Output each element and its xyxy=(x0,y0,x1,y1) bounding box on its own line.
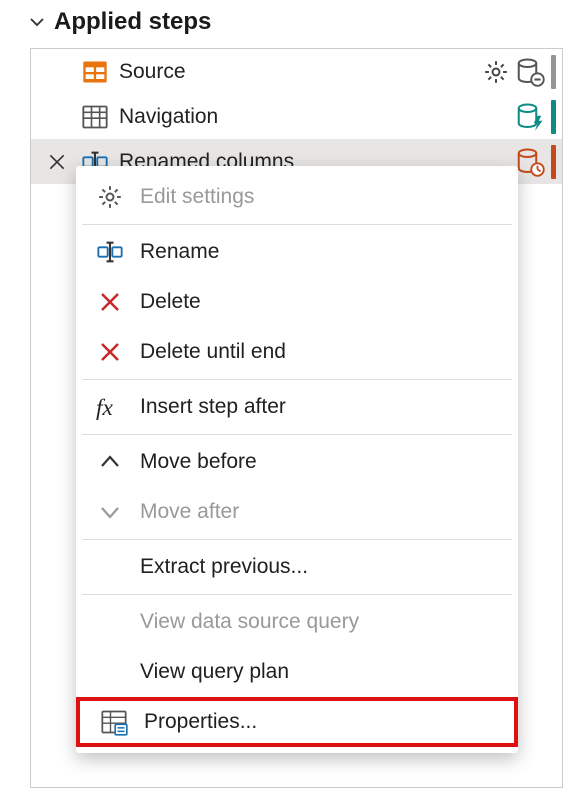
menu-label: Delete xyxy=(140,290,201,314)
menu-move-before[interactable]: Move before xyxy=(76,437,518,487)
menu-label: Insert step after xyxy=(140,395,286,419)
menu-view-query-plan[interactable]: View query plan xyxy=(76,647,518,697)
menu-label: Extract previous... xyxy=(140,555,308,579)
chevron-down-icon xyxy=(92,500,128,524)
menu-label: Properties... xyxy=(144,710,257,734)
db-clock-icon xyxy=(515,147,545,177)
menu-label: Move before xyxy=(140,450,257,474)
menu-move-after: Move after xyxy=(76,487,518,537)
menu-separator xyxy=(82,379,512,380)
menu-rename[interactable]: Rename xyxy=(76,227,518,277)
step-row-navigation[interactable]: Navigation xyxy=(31,94,562,139)
menu-properties[interactable]: Properties... xyxy=(76,697,518,747)
gear-icon xyxy=(92,184,128,210)
menu-separator xyxy=(82,224,512,225)
db-lightning-icon xyxy=(515,102,545,132)
step-row-source[interactable]: Source xyxy=(31,49,562,94)
properties-icon xyxy=(96,708,132,736)
menu-extract-previous[interactable]: Extract previous... xyxy=(76,542,518,592)
menu-label: Move after xyxy=(140,500,239,524)
svg-text:fx: fx xyxy=(96,395,113,421)
delete-x-icon xyxy=(92,340,128,364)
menu-label: View query plan xyxy=(140,660,289,684)
gear-icon[interactable] xyxy=(483,59,509,85)
menu-edit-settings: Edit settings xyxy=(76,172,518,222)
step-label: Source xyxy=(119,60,186,84)
table-icon xyxy=(81,103,109,131)
menu-label: Edit settings xyxy=(140,185,254,209)
steps-panel: Source Navigation xyxy=(30,48,563,788)
table-icon xyxy=(81,58,109,86)
section-title: Applied steps xyxy=(54,8,211,36)
close-icon[interactable] xyxy=(43,152,71,172)
menu-separator xyxy=(82,434,512,435)
fx-icon: fx xyxy=(92,393,128,421)
context-menu: Edit settings Rename Delete Delete until… xyxy=(76,166,518,753)
menu-separator xyxy=(82,594,512,595)
status-bar xyxy=(551,145,556,179)
delete-x-icon xyxy=(92,290,128,314)
menu-insert-step-after[interactable]: fx Insert step after xyxy=(76,382,518,432)
menu-delete-until-end[interactable]: Delete until end xyxy=(76,327,518,377)
rename-icon xyxy=(92,238,128,266)
menu-label: Rename xyxy=(140,240,219,264)
status-bar xyxy=(551,100,556,134)
chevron-down-icon xyxy=(28,13,46,31)
chevron-up-icon xyxy=(92,450,128,474)
step-label: Navigation xyxy=(119,105,218,129)
menu-view-data-source-query: View data source query xyxy=(76,597,518,647)
menu-delete[interactable]: Delete xyxy=(76,277,518,327)
applied-steps-header[interactable]: Applied steps xyxy=(0,0,581,44)
status-bar xyxy=(551,55,556,89)
db-view-icon xyxy=(515,57,545,87)
menu-separator xyxy=(82,539,512,540)
menu-label: View data source query xyxy=(140,610,359,634)
menu-label: Delete until end xyxy=(140,340,286,364)
